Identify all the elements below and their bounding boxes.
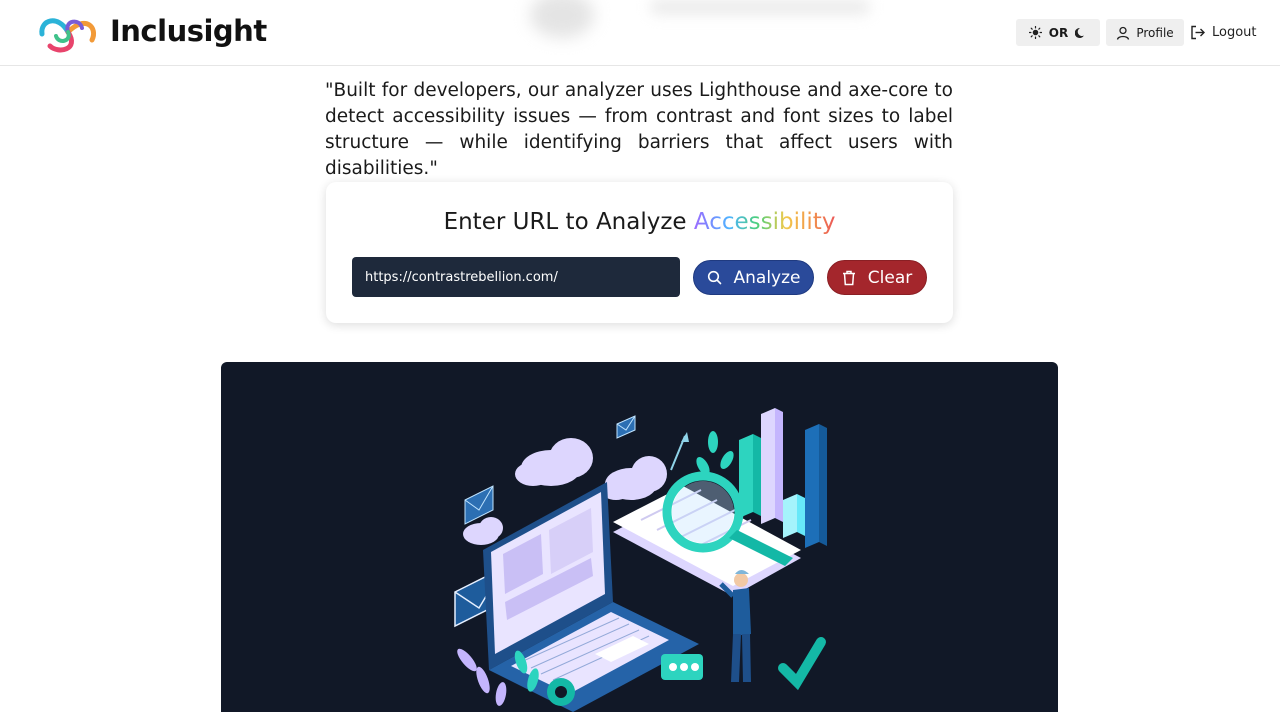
analyze-label: Analyze [733, 267, 801, 288]
url-input[interactable] [352, 257, 680, 297]
profile-label: Profile [1136, 25, 1174, 40]
logout-icon [1191, 25, 1205, 40]
inclusight-logo-icon[interactable] [36, 10, 100, 54]
url-analyze-card: Enter URL to Analyze Accessibility Analy… [326, 182, 953, 323]
moon-icon [1075, 27, 1085, 38]
cloud-icon [601, 456, 667, 500]
logout-button[interactable]: Logout [1190, 19, 1260, 46]
analytics-illustration [454, 408, 827, 712]
analyze-button[interactable]: Analyze [693, 260, 814, 295]
top-header: Inclusight OR Profile Logout [0, 0, 1280, 66]
blurred-decoration [650, 0, 870, 14]
blurred-decoration [530, 0, 594, 38]
search-icon [707, 270, 721, 285]
theme-toggle[interactable]: OR [1016, 19, 1100, 46]
clear-button[interactable]: Clear [827, 260, 927, 295]
clear-label: Clear [867, 267, 913, 288]
user-icon [1117, 26, 1130, 40]
trash-icon [842, 270, 855, 285]
intro-quote: "Built for developers, our analyzer uses… [325, 80, 953, 179]
card-title-highlight: Accessibility [693, 209, 836, 235]
card-title-prefix: Enter URL to Analyze [443, 209, 687, 235]
card-title: Enter URL to Analyze Accessibility [326, 209, 953, 235]
hero-illustration-panel [221, 362, 1058, 712]
brand-name[interactable]: Inclusight [110, 14, 267, 48]
profile-button[interactable]: Profile [1106, 19, 1184, 46]
envelope-icon [616, 415, 636, 439]
sun-icon [1028, 26, 1042, 39]
logout-label: Logout [1212, 25, 1257, 40]
cloud-icon [515, 438, 593, 486]
theme-toggle-label: OR [1048, 25, 1069, 40]
